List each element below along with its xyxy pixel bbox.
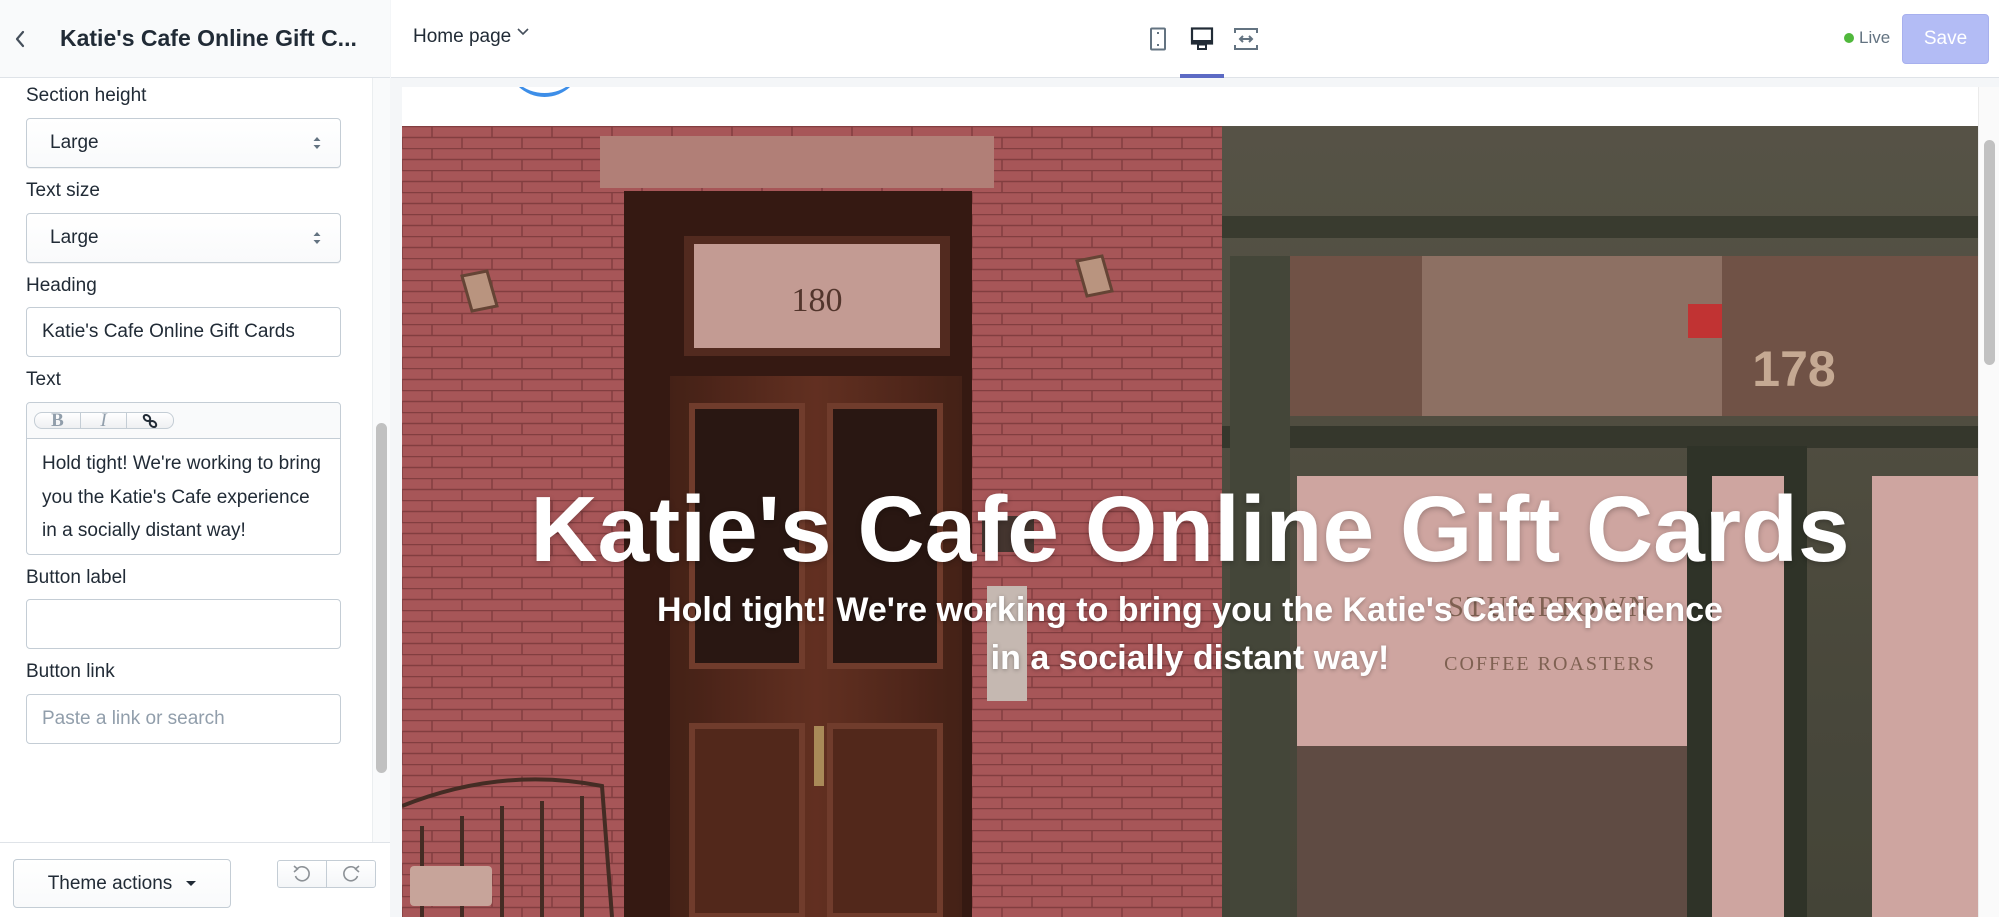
text-size-value: Large <box>50 226 99 248</box>
formatting-button-group: B I <box>34 411 174 430</box>
button-label-label: Button label <box>26 566 127 588</box>
section-title: Katie's Cafe Online Gift C... <box>60 25 357 51</box>
chevron-left-icon <box>15 30 25 47</box>
live-status-dot-icon <box>1844 33 1854 43</box>
expand-horizontal-icon <box>1234 28 1258 50</box>
undo-redo-group <box>277 860 376 888</box>
link-icon <box>142 413 158 428</box>
device-view-toggles <box>1136 0 1268 78</box>
undo-button[interactable] <box>278 861 327 887</box>
theme-editor-sidebar: Katie's Cafe Online Gift C... Section he… <box>0 0 390 917</box>
section-height-select[interactable]: Large <box>26 117 341 168</box>
hero-subheading: Hold tight! We're working to bring you t… <box>657 591 1723 677</box>
editor-topbar: Home page Live Save <box>391 0 1999 78</box>
theme-actions-button[interactable]: Theme actions <box>13 859 231 908</box>
chevron-down-icon <box>517 28 529 36</box>
section-height-value: Large <box>50 131 99 153</box>
hero-heading: Katie's Cafe Online Gift Cards <box>530 477 1850 581</box>
store-preview: 180 178 STUMPTOWN COFFEE ROASTERS Katie'… <box>391 79 1999 917</box>
preview-scrollbar[interactable] <box>1978 87 1999 917</box>
text-label: Text <box>26 369 61 391</box>
save-button[interactable]: Save <box>1902 14 1989 64</box>
italic-button[interactable]: I <box>81 411 127 430</box>
sidebar-scrollbar-thumb[interactable] <box>376 423 387 773</box>
sidebar-header: Katie's Cafe Online Gift C... <box>0 0 390 78</box>
page-selector-label: Home page <box>413 26 512 47</box>
section-height-label: Section height <box>26 85 147 106</box>
theme-actions-label: Theme actions <box>47 872 173 894</box>
hero-image-section[interactable]: 180 178 STUMPTOWN COFFEE ROASTERS Katie'… <box>402 126 1978 917</box>
text-size-select[interactable]: Large <box>26 212 341 263</box>
sidebar-settings-form: Section height Large Text size Large Hea… <box>0 78 372 842</box>
select-arrows-icon <box>313 231 321 244</box>
heading-label: Heading <box>26 274 97 296</box>
mobile-icon <box>1150 27 1166 51</box>
bold-button[interactable]: B <box>35 411 81 430</box>
button-link-label: Button link <box>26 661 115 683</box>
link-button[interactable] <box>127 413 173 428</box>
preview-frame: 180 178 STUMPTOWN COFFEE ROASTERS Katie'… <box>402 87 1978 917</box>
rich-text-toolbar: B I <box>27 403 340 440</box>
back-button[interactable] <box>0 0 40 78</box>
desktop-view-button[interactable] <box>1180 0 1224 78</box>
caret-down-icon <box>186 881 197 886</box>
button-label-input[interactable] <box>26 599 341 650</box>
sidebar-scrollbar[interactable] <box>372 78 390 842</box>
redo-icon <box>343 865 360 882</box>
store-logo-partial <box>507 87 582 97</box>
fullscreen-view-button[interactable] <box>1224 0 1268 78</box>
redo-button[interactable] <box>327 861 375 887</box>
undo-icon <box>293 865 310 882</box>
desktop-icon <box>1190 27 1214 50</box>
select-arrows-icon <box>313 136 321 149</box>
text-size-label: Text size <box>26 179 100 201</box>
page-selector[interactable]: Home page <box>413 26 530 48</box>
live-status-label: Live <box>1859 28 1891 47</box>
live-status: Live <box>1844 28 1890 48</box>
heading-input[interactable]: Katie's Cafe Online Gift Cards <box>26 307 341 358</box>
sidebar-footer: Theme actions <box>0 842 390 917</box>
hero-text-overlay: Katie's Cafe Online Gift Cards Hold tigh… <box>402 126 1978 917</box>
text-editor-content[interactable]: Hold tight! We're working to bring you t… <box>27 439 340 554</box>
text-rich-editor: B I Hold tight! We're working to bring y… <box>26 402 341 555</box>
button-link-input[interactable]: Paste a link or search <box>26 694 341 745</box>
preview-scrollbar-thumb[interactable] <box>1984 140 1995 365</box>
mobile-view-button[interactable] <box>1136 0 1180 78</box>
